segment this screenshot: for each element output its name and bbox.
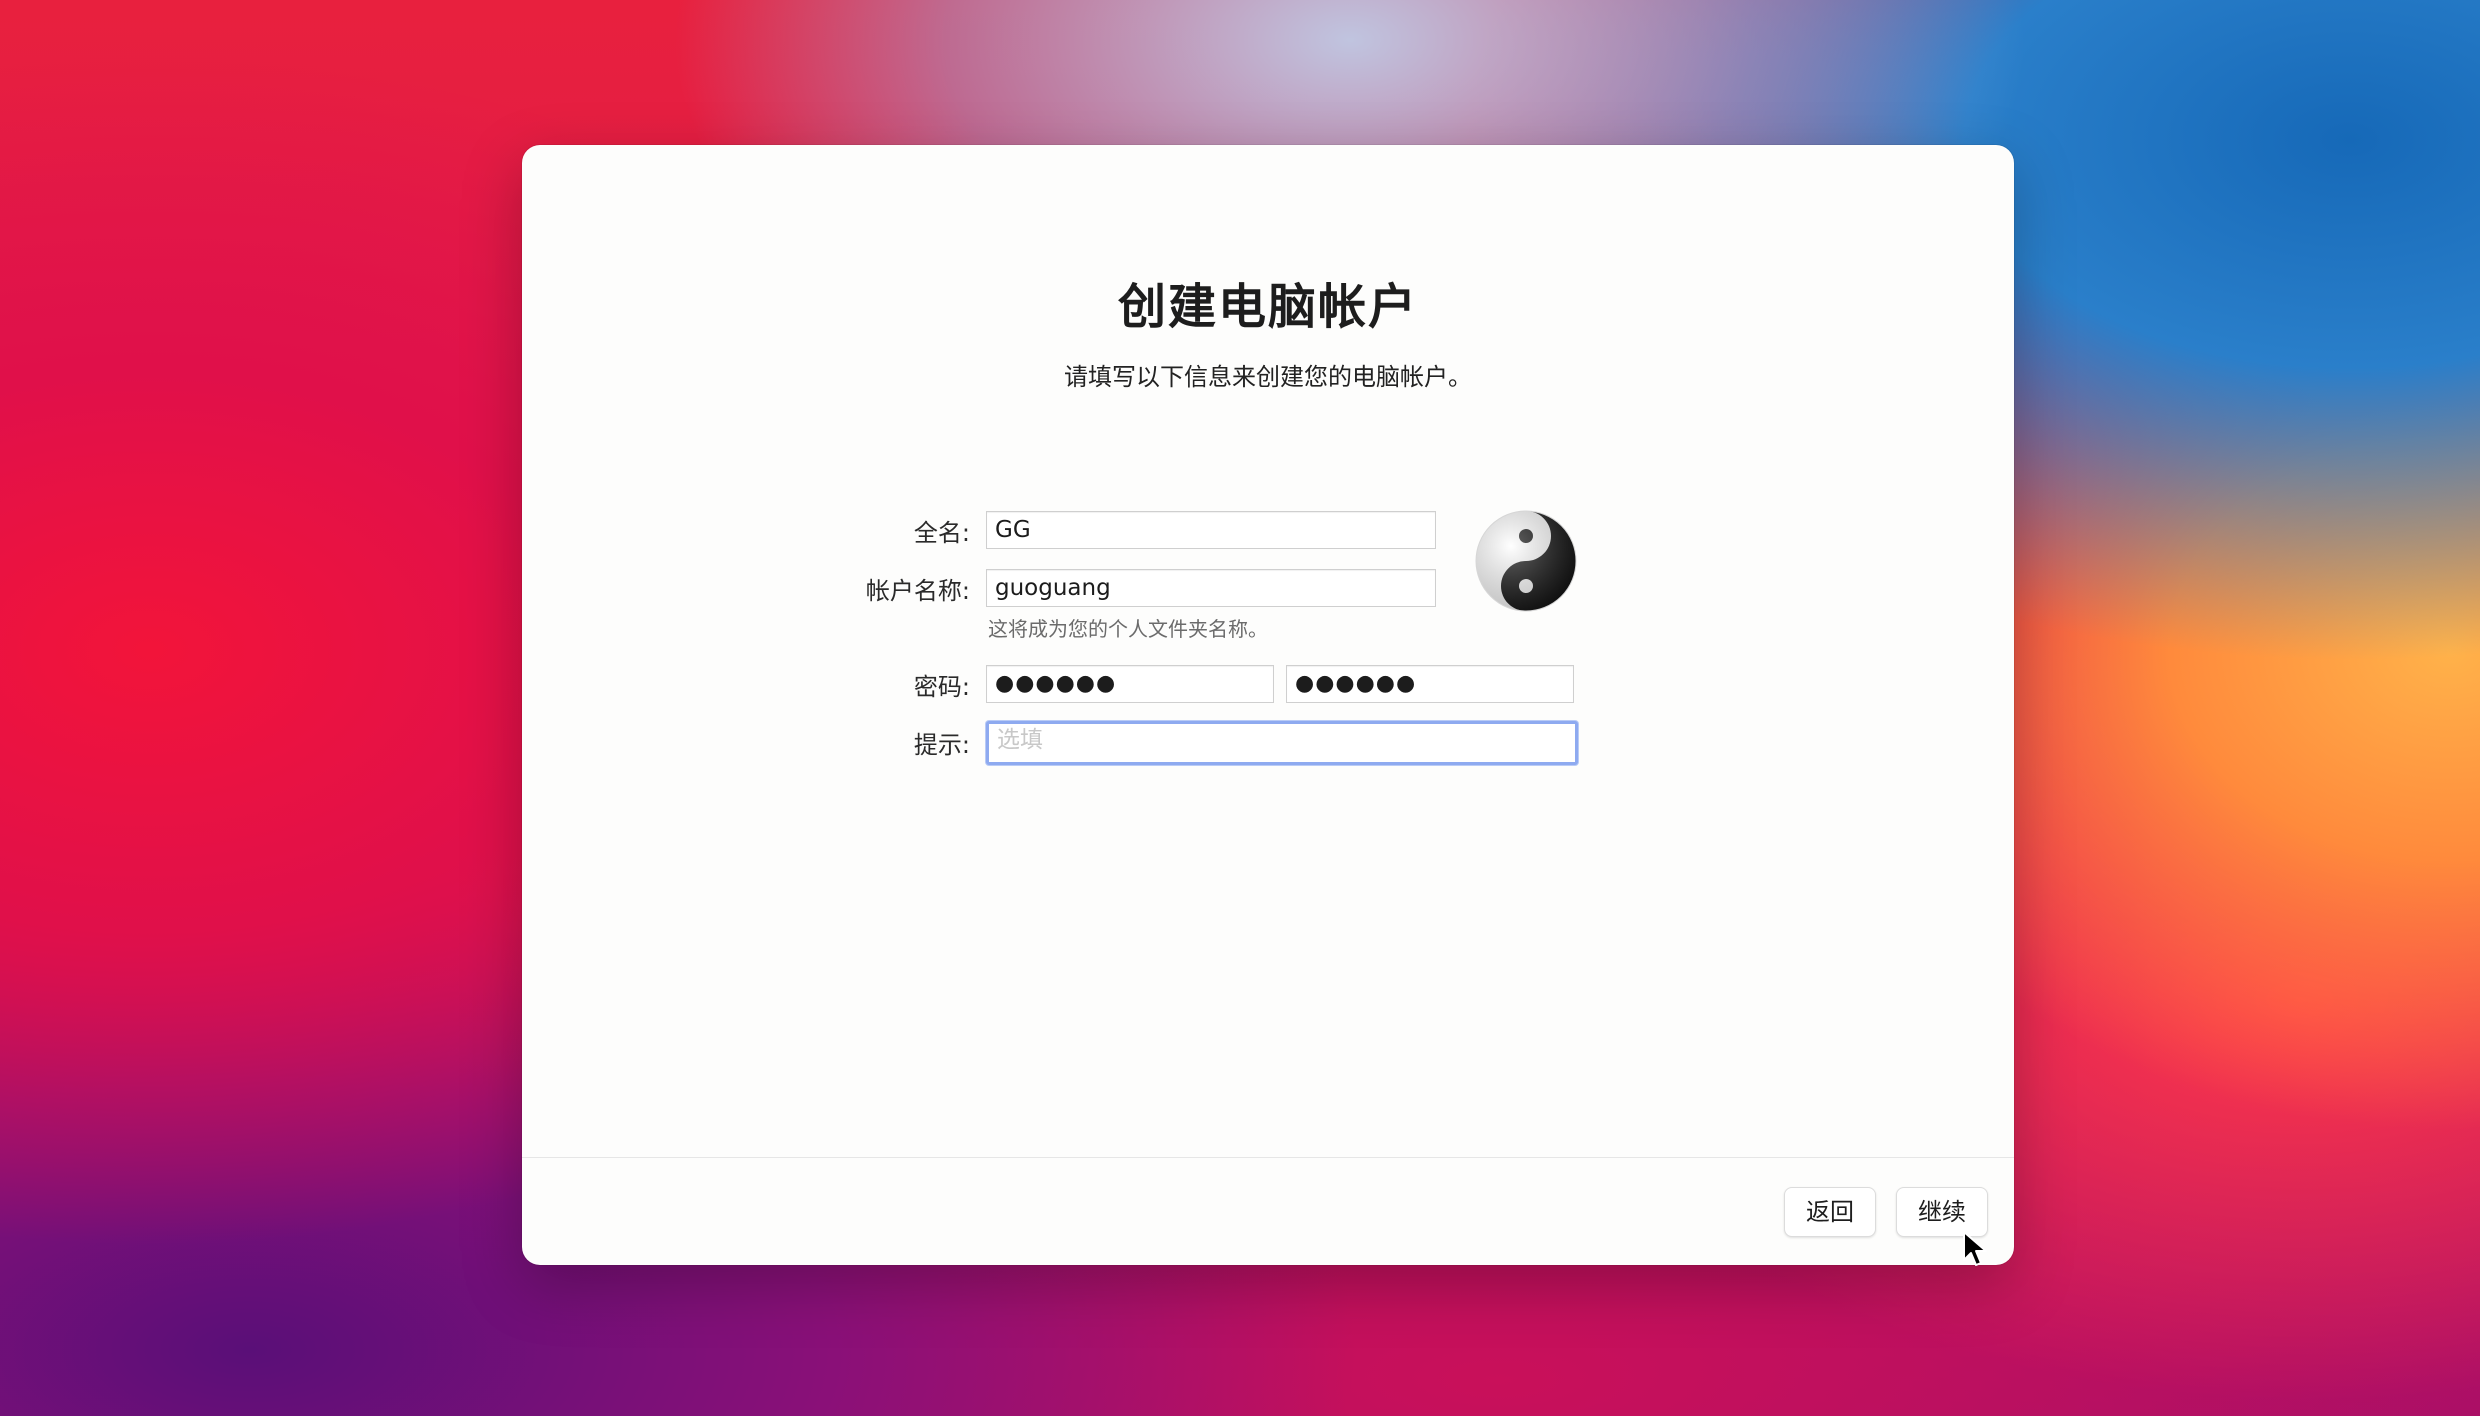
account-name-label: 帐户名称: <box>865 577 970 605</box>
footer-divider <box>522 1157 2014 1158</box>
password-label: 密码: <box>913 673 970 701</box>
hint-label: 提示: <box>913 731 970 759</box>
full-name-field[interactable]: GG <box>986 511 1436 549</box>
full-name-label: 全名: <box>913 519 970 547</box>
account-name-field[interactable]: guoguang <box>986 569 1436 607</box>
verify-password-field[interactable]: ●●●●●● <box>1286 665 1574 703</box>
back-button[interactable]: 返回 <box>1784 1187 1876 1237</box>
yin-yang-icon <box>1475 510 1577 612</box>
page-title: 创建电脑帐户 <box>1117 279 1418 335</box>
user-avatar[interactable] <box>1474 509 1578 613</box>
setup-assistant-window: 创建电脑帐户 请填写以下信息来创建您的电脑帐户。 全名: GG 帐户名称: gu… <box>522 145 2014 1265</box>
page-subtitle: 请填写以下信息来创建您的电脑帐户。 <box>1064 363 1472 391</box>
password-field[interactable]: ●●●●●● <box>986 665 1274 703</box>
desktop-wallpaper: 创建电脑帐户 请填写以下信息来创建您的电脑帐户。 全名: GG 帐户名称: gu… <box>0 0 2480 1416</box>
account-name-note: 这将成为您的个人文件夹名称。 <box>988 617 1268 641</box>
mouse-cursor-icon <box>1963 1231 1987 1266</box>
hint-field[interactable]: 选填 <box>986 721 1578 765</box>
